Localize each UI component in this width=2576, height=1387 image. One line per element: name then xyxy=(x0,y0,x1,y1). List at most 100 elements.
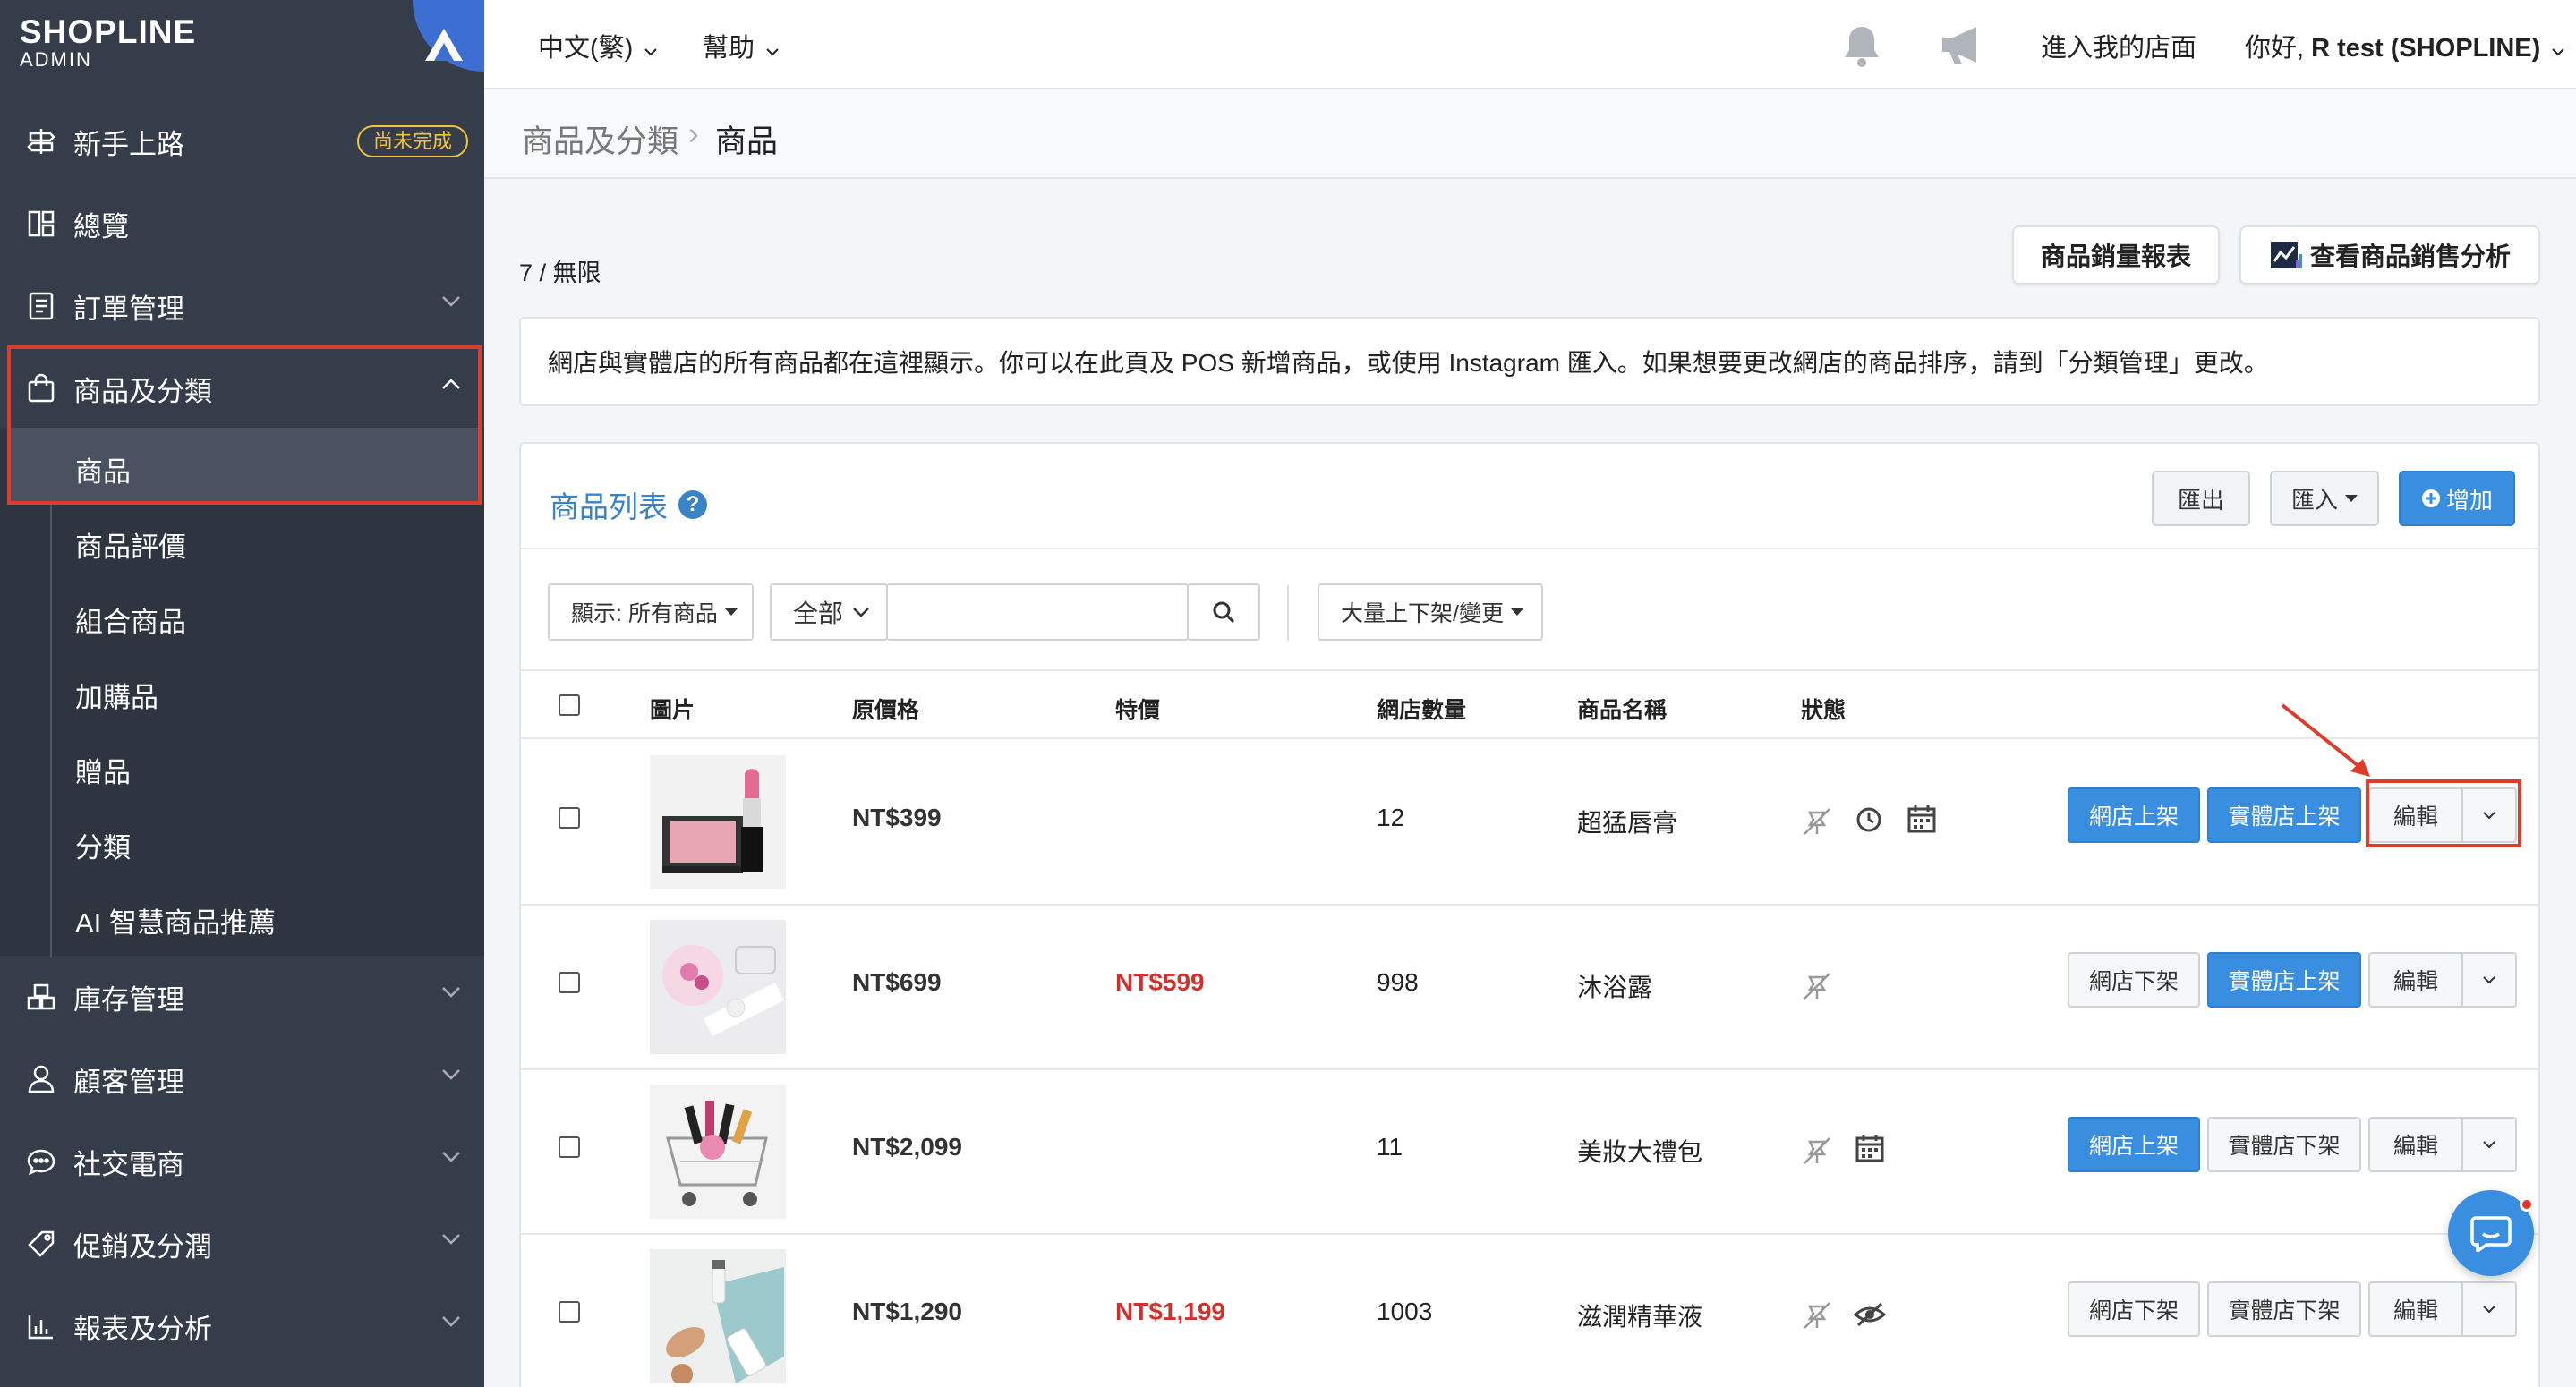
original-price: NT$399 xyxy=(852,804,942,831)
help-icon[interactable]: ? xyxy=(678,490,707,519)
chevron-down-icon xyxy=(853,608,869,617)
submenu-categories[interactable]: 分類 xyxy=(75,825,131,865)
collapse-corner[interactable] xyxy=(413,0,484,72)
breadcrumb-separator: › xyxy=(688,116,699,151)
online-publish-button[interactable]: 網店上架 xyxy=(2068,787,2200,843)
online-quantity: 1003 xyxy=(1377,1298,1433,1325)
pin-off-icon xyxy=(1804,808,1830,835)
visit-store-link[interactable]: 進入我的店面 xyxy=(2041,27,2196,64)
pin-off-icon xyxy=(1804,1302,1830,1329)
caret-down-icon xyxy=(1510,608,1523,616)
shopline-logo[interactable]: SHOPLINE ADMIN xyxy=(20,13,196,70)
sidebar-item-customers[interactable]: 顧客管理 xyxy=(0,1038,484,1120)
original-price: NT$699 xyxy=(852,968,942,996)
sidebar-item-inventory[interactable]: 庫存管理 xyxy=(0,956,484,1038)
plus-circle-icon xyxy=(2421,489,2440,507)
export-label: 匯出 xyxy=(2177,486,2224,514)
chevron-down-icon xyxy=(442,1069,460,1080)
column-header-quantity[interactable]: 網店數量 xyxy=(1377,693,1466,725)
product-list-panel: 商品列表 ? 匯出 匯入 增加 顯示: 所有商品 全部 大量上下架/變更 圖片 … xyxy=(519,442,2540,1387)
inventory-icon xyxy=(23,979,59,1015)
add-product-button[interactable]: 增加 xyxy=(2399,471,2515,526)
sales-analysis-label: 查看商品銷售分析 xyxy=(2309,243,2511,270)
column-header-name[interactable]: 商品名稱 xyxy=(1577,693,1667,725)
breadcrumb-parent[interactable]: 商品及分類 xyxy=(522,116,678,162)
product-image[interactable] xyxy=(650,1249,786,1383)
column-header-price[interactable]: 原價格 xyxy=(852,693,919,725)
row-checkbox[interactable] xyxy=(559,807,580,829)
language-label: 中文(繁) xyxy=(538,34,634,63)
submenu-products[interactable]: 商品 xyxy=(75,449,131,489)
bulk-action-dropdown[interactable]: 大量上下架/變更 xyxy=(1318,583,1543,641)
row-checkbox[interactable] xyxy=(559,1301,580,1323)
submenu-addons[interactable]: 加購品 xyxy=(75,675,158,715)
online-publish-button[interactable]: 網店上架 xyxy=(2068,1117,2200,1172)
store-publish-button[interactable]: 實體店上架 xyxy=(2207,952,2361,1008)
sidebar-item-getting-started[interactable]: 新手上路 尚未完成 xyxy=(0,100,484,183)
edit-button[interactable]: 編輯 xyxy=(2370,954,2463,1006)
column-header-status: 狀態 xyxy=(1801,698,1847,723)
online-unpublish-button[interactable]: 網店下架 xyxy=(2068,952,2200,1008)
submenu-reviews[interactable]: 商品評價 xyxy=(75,524,186,565)
sidebar-item-orders[interactable]: 訂單管理 xyxy=(0,265,484,347)
display-filter-label: 顯示: 所有商品 xyxy=(571,601,718,626)
submenu-ai-recommend[interactable]: AI 智慧商品推薦 xyxy=(75,900,276,940)
chevron-down-icon xyxy=(442,296,460,307)
report-icon xyxy=(23,1308,59,1344)
sidebar-item-promotions[interactable]: 促銷及分潤 xyxy=(0,1203,484,1285)
row-checkbox[interactable] xyxy=(559,972,580,993)
account-dropdown[interactable]: 你好, R test (SHOPLINE) xyxy=(2245,27,2565,64)
edit-button[interactable]: 編輯 xyxy=(2370,1283,2463,1335)
bell-icon[interactable] xyxy=(1841,23,1882,70)
sidebar-item-label: 顧客管理 xyxy=(73,1066,184,1098)
sales-report-label: 商品銷量報表 xyxy=(2040,243,2191,270)
sidebar-item-label: 促銷及分潤 xyxy=(73,1230,212,1263)
product-image[interactable] xyxy=(650,920,786,1054)
product-name[interactable]: 美妝大禮包 xyxy=(1577,1133,1702,1169)
product-name[interactable]: 沐浴露 xyxy=(1577,968,1652,1004)
sales-report-button[interactable]: 商品銷量報表 xyxy=(2012,225,2220,285)
online-unpublish-button[interactable]: 網店下架 xyxy=(2068,1281,2200,1337)
pin-off-icon xyxy=(1804,1137,1830,1164)
megaphone-icon[interactable] xyxy=(1939,23,1989,68)
search-button[interactable] xyxy=(1187,583,1260,641)
select-all-checkbox[interactable] xyxy=(559,694,580,716)
store-unpublish-button[interactable]: 實體店下架 xyxy=(2207,1281,2361,1337)
breadcrumb: 商品及分類 › 商品 xyxy=(484,89,2576,179)
store-publish-button[interactable]: 實體店上架 xyxy=(2207,787,2361,843)
column-header-sale[interactable]: 特價 xyxy=(1115,693,1160,725)
search-input[interactable] xyxy=(886,583,1189,641)
sidebar-item-label: 新手上路 xyxy=(73,128,184,160)
sales-analysis-button[interactable]: 查看商品銷售分析 xyxy=(2239,225,2540,285)
more-actions-dropdown[interactable] xyxy=(2463,789,2515,841)
submenu-gifts[interactable]: 贈品 xyxy=(75,750,131,790)
order-icon xyxy=(23,288,59,324)
sidebar-item-products[interactable]: 商品及分類 xyxy=(0,347,484,430)
submenu-bundles[interactable]: 組合商品 xyxy=(75,600,186,640)
scope-dropdown[interactable]: 全部 xyxy=(770,583,888,641)
product-image[interactable] xyxy=(650,1085,786,1219)
edit-button[interactable]: 編輯 xyxy=(2370,1119,2463,1170)
product-image[interactable] xyxy=(650,755,786,889)
more-actions-dropdown[interactable] xyxy=(2463,954,2515,1006)
column-header-image: 圖片 xyxy=(650,698,695,723)
sidebar: SHOPLINE ADMIN 新手上路 尚未完成 總覽 訂單管理 商品及分類 商… xyxy=(0,0,484,1387)
language-dropdown[interactable]: 中文(繁) xyxy=(538,27,658,64)
help-dropdown[interactable]: 幫助 xyxy=(703,27,780,64)
online-quantity: 998 xyxy=(1377,968,1419,996)
row-checkbox[interactable] xyxy=(559,1136,580,1158)
product-name[interactable]: 超猛唇膏 xyxy=(1577,804,1677,839)
store-unpublish-button[interactable]: 實體店下架 xyxy=(2207,1117,2361,1172)
edit-button[interactable]: 編輯 xyxy=(2370,789,2463,841)
pin-off-icon xyxy=(1804,973,1830,1000)
sidebar-item-social[interactable]: 社交電商 xyxy=(0,1120,484,1203)
sidebar-item-overview[interactable]: 總覽 xyxy=(0,183,484,265)
display-filter-dropdown[interactable]: 顯示: 所有商品 xyxy=(548,583,754,641)
add-label: 增加 xyxy=(2445,486,2493,514)
product-name[interactable]: 滋潤精華液 xyxy=(1577,1298,1702,1333)
import-dropdown[interactable]: 匯入 xyxy=(2270,471,2379,526)
sidebar-item-reports[interactable]: 報表及分析 xyxy=(0,1285,484,1367)
more-actions-dropdown[interactable] xyxy=(2463,1283,2515,1335)
export-button[interactable]: 匯出 xyxy=(2152,471,2250,526)
more-actions-dropdown[interactable] xyxy=(2463,1119,2515,1170)
